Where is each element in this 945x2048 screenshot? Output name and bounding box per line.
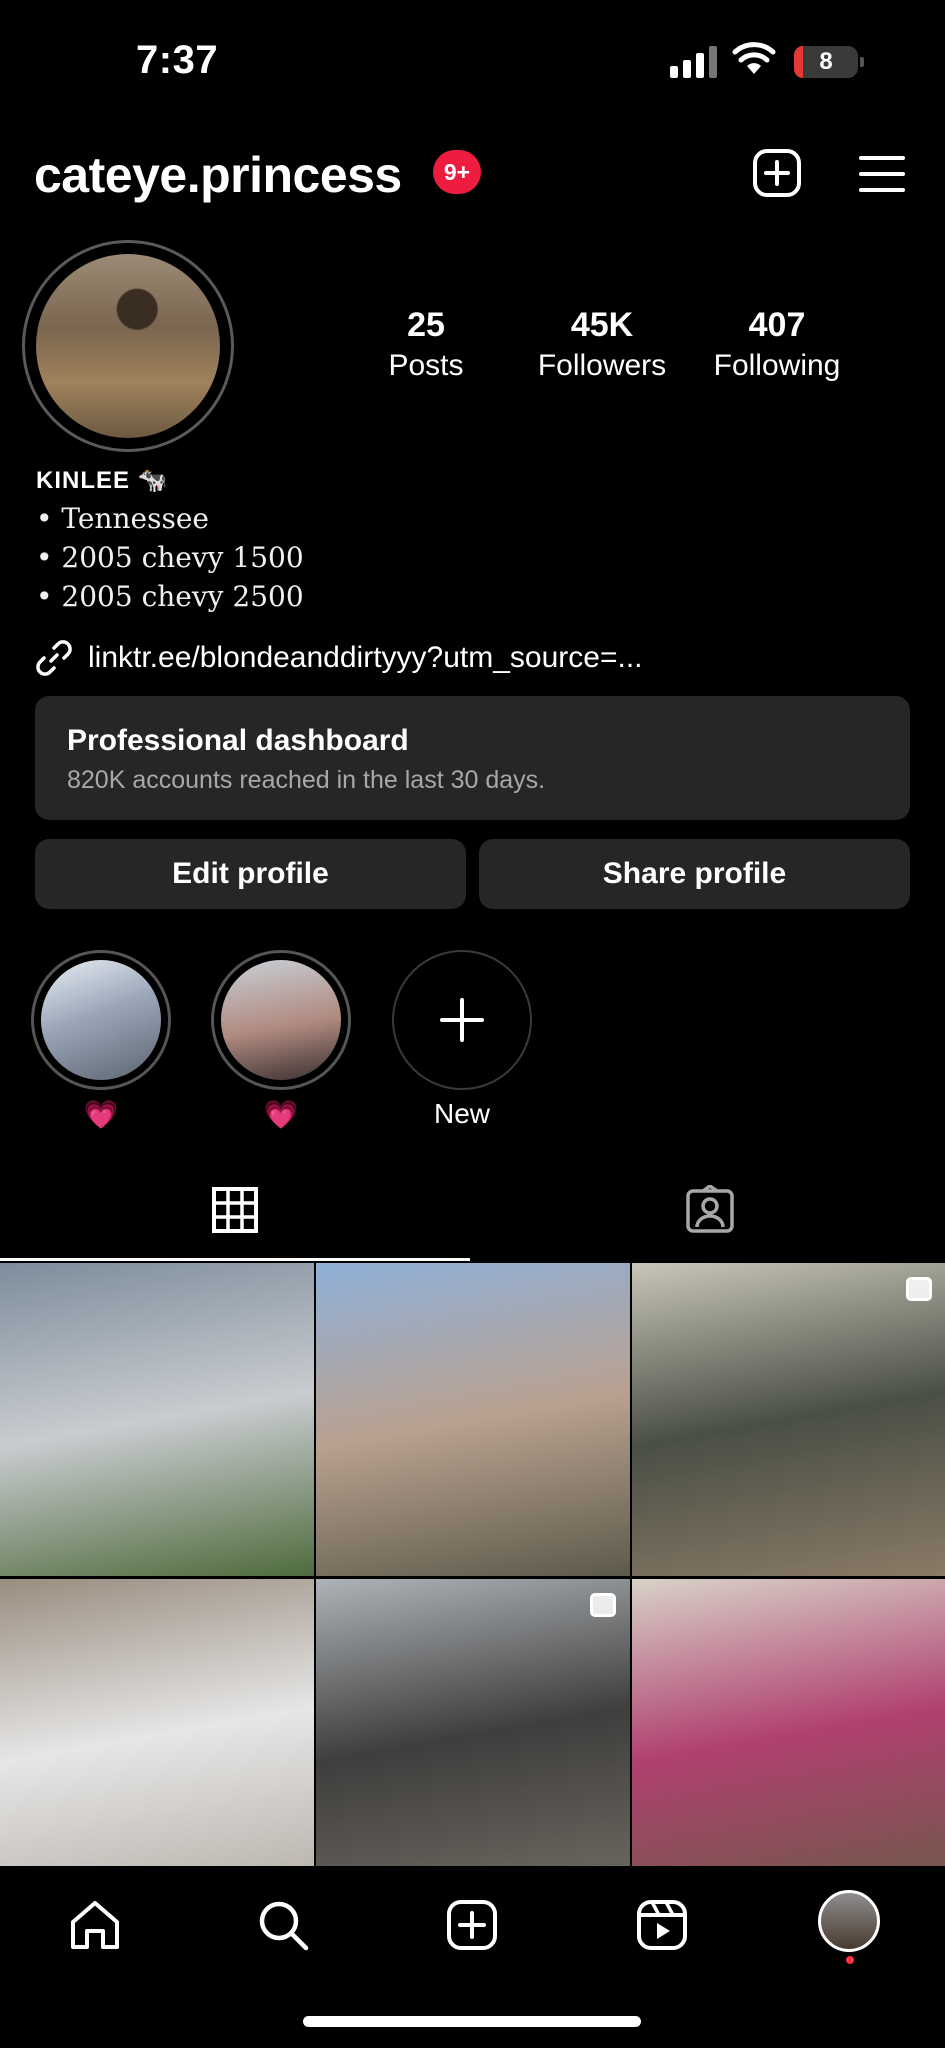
- stat-label: Following: [713, 349, 841, 382]
- post-thumbnail[interactable]: [316, 1263, 630, 1576]
- bio-line: • Tennessee: [36, 502, 210, 535]
- dashboard-title: Professional dashboard: [67, 724, 409, 757]
- post-thumbnail[interactable]: [0, 1263, 314, 1576]
- battery-indicator: 8: [794, 46, 864, 78]
- stat-followers[interactable]: 45K Followers: [512, 306, 692, 383]
- status-time: 7:37: [136, 38, 219, 82]
- highlight-label: 💗: [83, 1099, 119, 1130]
- multi-photo-icon: [906, 1277, 932, 1301]
- stat-following[interactable]: 407 Following: [687, 306, 867, 383]
- professional-dashboard[interactable]: Professional dashboard 820K accounts rea…: [35, 696, 910, 820]
- tab-tagged[interactable]: [475, 1160, 945, 1260]
- new-highlight-label: New: [433, 1098, 490, 1129]
- menu-icon[interactable]: [858, 154, 906, 194]
- profile-avatar[interactable]: [36, 254, 220, 438]
- link-text: linktr.ee/blondeanddirtyyy?utm_source=..…: [88, 641, 643, 674]
- highlight-cover: [41, 960, 161, 1080]
- active-tab-indicator: [0, 1258, 470, 1261]
- search-icon: [259, 1901, 309, 1951]
- new-highlight-button[interactable]: [392, 950, 532, 1090]
- stat-label: Posts: [388, 349, 464, 382]
- notification-dot: [846, 1956, 854, 1964]
- tagged-icon: [686, 1185, 734, 1233]
- bio-line: • 2005 chevy 1500: [36, 541, 304, 574]
- create-icon: [447, 1900, 497, 1950]
- story-highlight[interactable]: [211, 950, 351, 1090]
- battery-level: 8: [819, 48, 833, 75]
- nav-reels[interactable]: [627, 1890, 697, 1960]
- wifi-icon: [732, 42, 776, 74]
- reels-icon: [637, 1900, 687, 1950]
- nav-home[interactable]: [60, 1890, 130, 1960]
- post-thumbnail[interactable]: [632, 1579, 945, 1892]
- bio-link[interactable]: linktr.ee/blondeanddirtyyy?utm_source=..…: [34, 638, 643, 678]
- stat-value: 407: [748, 306, 806, 344]
- stat-value: 45K: [570, 306, 634, 344]
- story-highlight[interactable]: [31, 950, 171, 1090]
- link-icon: [36, 640, 72, 676]
- create-post-icon[interactable]: [752, 148, 802, 198]
- plus-icon: [440, 998, 484, 1042]
- stat-value: 25: [407, 306, 445, 344]
- tab-posts-grid[interactable]: [0, 1160, 470, 1260]
- nav-create[interactable]: [437, 1890, 507, 1960]
- nav-profile-avatar[interactable]: [818, 1890, 880, 1952]
- multi-photo-icon: [590, 1593, 616, 1617]
- share-profile-button[interactable]: Share profile: [479, 839, 910, 909]
- home-icon: [71, 1901, 119, 1949]
- post-thumbnail[interactable]: [0, 1579, 314, 1892]
- post-thumbnail[interactable]: [316, 1579, 630, 1892]
- dashboard-subtitle: 820K accounts reached in the last 30 day…: [67, 766, 546, 794]
- cellular-signal-icon: [670, 44, 717, 78]
- stat-label: Followers: [537, 349, 667, 382]
- grid-icon: [212, 1187, 258, 1233]
- post-thumbnail[interactable]: [632, 1263, 945, 1576]
- display-name: KINLEE 🐄: [36, 467, 169, 494]
- nav-search[interactable]: [248, 1890, 318, 1960]
- highlight-cover: [221, 960, 341, 1080]
- bio-line: • 2005 chevy 2500: [36, 580, 304, 613]
- notification-badge[interactable]: 9+: [433, 150, 481, 194]
- home-indicator: [303, 2016, 641, 2027]
- edit-profile-button[interactable]: Edit profile: [35, 839, 466, 909]
- stat-posts[interactable]: 25 Posts: [336, 306, 516, 383]
- highlight-label: 💗: [263, 1099, 299, 1130]
- profile-username[interactable]: cateye.princess: [34, 146, 402, 204]
